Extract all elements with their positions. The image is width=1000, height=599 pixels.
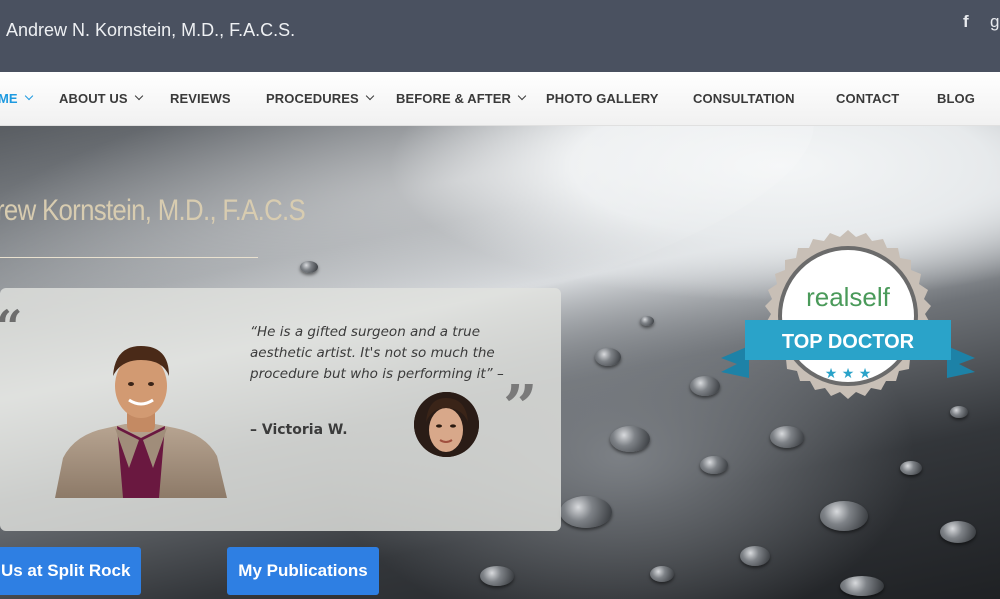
doctor-portrait xyxy=(55,346,227,498)
nav-item-label: ABOUT US xyxy=(59,91,128,106)
split-rock-button[interactable]: t Us at Split Rock xyxy=(0,547,141,595)
chevron-down-icon xyxy=(24,91,33,101)
nav-item-before-after[interactable]: BEFORE & AFTER xyxy=(396,72,527,125)
water-droplet xyxy=(640,316,654,326)
badge-brand: realself xyxy=(806,282,891,312)
badge-stars: ★ ★ ★ xyxy=(825,366,872,382)
publications-button[interactable]: My Publications xyxy=(227,547,379,595)
nav-item-about-us[interactable]: ABOUT US xyxy=(59,72,143,125)
reviewer-avatar xyxy=(414,392,479,457)
nav-item-contact[interactable]: CONTACT xyxy=(836,72,899,125)
water-droplet xyxy=(940,521,976,543)
close-quote-icon: ” xyxy=(503,373,538,443)
nav-item-consultation[interactable]: CONSULTATION xyxy=(693,72,795,125)
main-navigation: ME ABOUT US REVIEWS PROCEDURES BEFORE & … xyxy=(0,72,1000,126)
nav-item-label: CONTACT xyxy=(836,91,900,106)
google-plus-icon[interactable]: g xyxy=(990,12,999,32)
water-droplet xyxy=(480,566,514,586)
water-droplet xyxy=(300,261,318,273)
nav-item-home[interactable]: ME xyxy=(0,72,33,125)
nav-item-photo-gallery[interactable]: PHOTO GALLERY xyxy=(546,72,659,125)
water-droplet xyxy=(595,348,621,366)
nav-item-label: REVIEWS xyxy=(170,91,231,106)
nav-item-label: PROCEDURES xyxy=(266,91,359,106)
water-droplet xyxy=(820,501,868,531)
open-quote-icon: “ xyxy=(0,300,22,354)
water-droplet xyxy=(740,546,770,566)
top-header: Andrew N. Kornstein, M.D., F.A.C.S. f g xyxy=(0,0,1000,72)
water-droplet xyxy=(650,566,674,582)
testimonial-card: “ “He is a gifted surgeon and a true aes… xyxy=(0,288,561,531)
heading-divider xyxy=(0,257,258,258)
water-droplet xyxy=(840,576,884,596)
reviewer-photo xyxy=(414,392,479,457)
water-droplet xyxy=(700,456,728,474)
realself-top-doctor-badge[interactable]: realself TOP DOCTOR ★ ★ ★ xyxy=(721,230,975,430)
hero-banner: rew Kornstein, M.D., F.A.C.S “ “He is a … xyxy=(0,126,1000,599)
nav-item-label: ME xyxy=(0,91,18,106)
nav-item-label: PHOTO GALLERY xyxy=(546,91,659,106)
water-droplet xyxy=(560,496,612,528)
site-title[interactable]: Andrew N. Kornstein, M.D., F.A.C.S. xyxy=(6,20,295,41)
chevron-down-icon xyxy=(134,91,143,101)
facebook-icon[interactable]: f xyxy=(963,12,969,32)
water-droplet xyxy=(900,461,922,475)
nav-item-procedures[interactable]: PROCEDURES xyxy=(266,72,374,125)
water-droplet xyxy=(610,426,650,452)
testimonial-quote: “He is a gifted surgeon and a true aesth… xyxy=(250,324,504,382)
testimonial-author: – Victoria W. xyxy=(250,422,348,438)
nav-item-label: BEFORE & AFTER xyxy=(396,91,512,106)
hero-heading: rew Kornstein, M.D., F.A.C.S xyxy=(0,194,306,227)
badge-ribbon-text: TOP DOCTOR xyxy=(782,331,915,353)
nav-item-label: BLOG xyxy=(937,91,975,106)
chevron-down-icon xyxy=(517,91,527,101)
nav-item-label: CONSULTATION xyxy=(693,91,795,106)
chevron-down-icon xyxy=(365,91,374,101)
nav-item-reviews[interactable]: REVIEWS xyxy=(170,72,231,125)
nav-item-blog[interactable]: BLOG xyxy=(937,72,975,125)
water-droplet xyxy=(690,376,720,396)
